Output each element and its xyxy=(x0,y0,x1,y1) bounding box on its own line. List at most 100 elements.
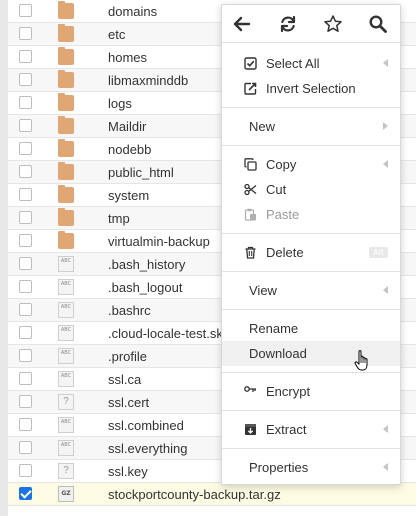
menu-cut-label: Cut xyxy=(266,182,287,197)
row-checkbox[interactable] xyxy=(19,119,32,132)
key-icon xyxy=(244,386,256,392)
text-file-icon: ABC xyxy=(58,325,74,341)
folder-icon xyxy=(58,70,74,88)
file-name: logs xyxy=(108,96,132,111)
text-file-icon: ABC xyxy=(58,371,74,387)
folder-icon xyxy=(58,93,74,111)
menu-copy[interactable]: Copy xyxy=(222,152,400,177)
menu-extract-label: Extract xyxy=(266,422,307,437)
menu-encrypt[interactable]: Encrypt xyxy=(222,379,400,404)
row-checkbox[interactable] xyxy=(19,96,32,109)
menu-properties-label: Properties xyxy=(249,460,309,475)
row-checkbox[interactable] xyxy=(19,303,32,316)
row-checkbox[interactable] xyxy=(19,257,32,270)
folder-icon xyxy=(58,24,74,42)
submenu-arrow-icon xyxy=(383,286,388,294)
row-checkbox[interactable] xyxy=(19,73,32,86)
archive-file-icon: GZ xyxy=(58,486,74,502)
extract-archive-icon xyxy=(245,424,256,435)
file-name: .bash_history xyxy=(108,257,186,272)
file-name: nodebb xyxy=(108,142,152,157)
menu-select-all-label: Select All xyxy=(266,56,320,71)
menu-new-label: New xyxy=(249,119,276,134)
row-checkbox[interactable] xyxy=(19,27,32,40)
row-checkbox[interactable] xyxy=(19,418,32,431)
unknown-file-icon: ? xyxy=(58,394,74,410)
row-checkbox[interactable] xyxy=(19,142,32,155)
file-name: homes xyxy=(108,50,148,65)
hand-pointer-cursor-icon xyxy=(354,350,368,371)
context-menu: Select All Invert Selection New Copy Cut xyxy=(221,4,401,485)
menu-invert-selection[interactable]: Invert Selection xyxy=(222,76,400,101)
file-name: virtualmin-backup xyxy=(108,234,210,249)
menu-encrypt-label: Encrypt xyxy=(266,384,311,399)
menu-rename[interactable]: Rename xyxy=(222,316,400,341)
file-name: domains xyxy=(108,4,158,19)
menu-paste-label: Paste xyxy=(266,207,300,222)
row-checkbox[interactable] xyxy=(19,372,32,385)
text-file-icon: ABC xyxy=(58,279,74,295)
paste-icon xyxy=(244,208,256,221)
search-icon[interactable] xyxy=(368,14,388,34)
file-name: ssl.key xyxy=(108,464,148,479)
trash-icon xyxy=(245,246,256,259)
menu-copy-label: Copy xyxy=(266,157,297,172)
file-name: libmaxminddb xyxy=(108,73,189,88)
menu-view[interactable]: View xyxy=(222,278,400,303)
menu-separator xyxy=(222,410,400,411)
row-checkbox[interactable] xyxy=(19,50,32,63)
folder-icon xyxy=(58,47,74,65)
folder-icon xyxy=(58,139,74,157)
row-checkbox[interactable] xyxy=(19,326,32,339)
row-checkbox[interactable] xyxy=(19,280,32,293)
menu-delete[interactable]: Delete Alt xyxy=(222,240,400,265)
left-panel-edge xyxy=(0,0,8,516)
menu-new[interactable]: New xyxy=(222,114,400,139)
folder-icon xyxy=(58,116,74,134)
back-arrow-icon[interactable] xyxy=(232,14,252,34)
menu-properties[interactable]: Properties xyxy=(222,455,400,480)
file-name: stockportcounty-backup.tar.gz xyxy=(108,487,281,502)
file-row[interactable]: GZ stockportcounty-backup.tar.gz xyxy=(8,483,416,506)
submenu-arrow-icon xyxy=(383,160,388,168)
folder-icon xyxy=(58,231,74,249)
menu-separator xyxy=(222,145,400,146)
text-file-icon: ABC xyxy=(58,256,74,272)
text-file-icon: ABC xyxy=(58,348,74,364)
file-name: .profile xyxy=(108,349,148,364)
row-checkbox[interactable] xyxy=(19,464,32,477)
row-checkbox[interactable] xyxy=(19,211,32,224)
submenu-arrow-icon xyxy=(383,122,388,130)
row-checkbox[interactable] xyxy=(19,165,32,178)
file-name: ssl.ca xyxy=(108,372,142,387)
file-name: public_html xyxy=(108,165,174,180)
menu-separator xyxy=(222,233,400,234)
checkbox-checked-icon xyxy=(244,57,257,70)
menu-separator xyxy=(222,309,400,310)
menu-download-label: Download xyxy=(249,346,307,361)
menu-view-label: View xyxy=(249,283,277,298)
text-file-icon: ABC xyxy=(58,440,74,456)
menu-select-all[interactable]: Select All xyxy=(222,51,400,76)
file-name: etc xyxy=(108,27,126,42)
menu-extract[interactable]: Extract xyxy=(222,417,400,442)
row-checkbox[interactable] xyxy=(19,234,32,247)
menu-cut[interactable]: Cut xyxy=(222,177,400,202)
menu-paste[interactable]: Paste xyxy=(222,202,400,227)
star-icon[interactable] xyxy=(323,14,343,34)
text-file-icon: ABC xyxy=(58,302,74,318)
row-checkbox[interactable] xyxy=(19,487,32,500)
menu-separator xyxy=(222,372,400,373)
row-checkbox[interactable] xyxy=(19,188,32,201)
file-name: .bash_logout xyxy=(108,280,183,295)
row-checkbox[interactable] xyxy=(19,395,32,408)
menu-separator xyxy=(222,448,400,449)
menu-download[interactable]: Download xyxy=(222,341,400,366)
row-checkbox[interactable] xyxy=(19,349,32,362)
submenu-arrow-icon xyxy=(383,463,388,471)
invert-selection-icon xyxy=(244,82,257,95)
row-checkbox[interactable] xyxy=(19,4,32,17)
file-name: ssl.everything xyxy=(108,441,188,456)
refresh-icon[interactable] xyxy=(278,14,298,34)
row-checkbox[interactable] xyxy=(19,441,32,454)
